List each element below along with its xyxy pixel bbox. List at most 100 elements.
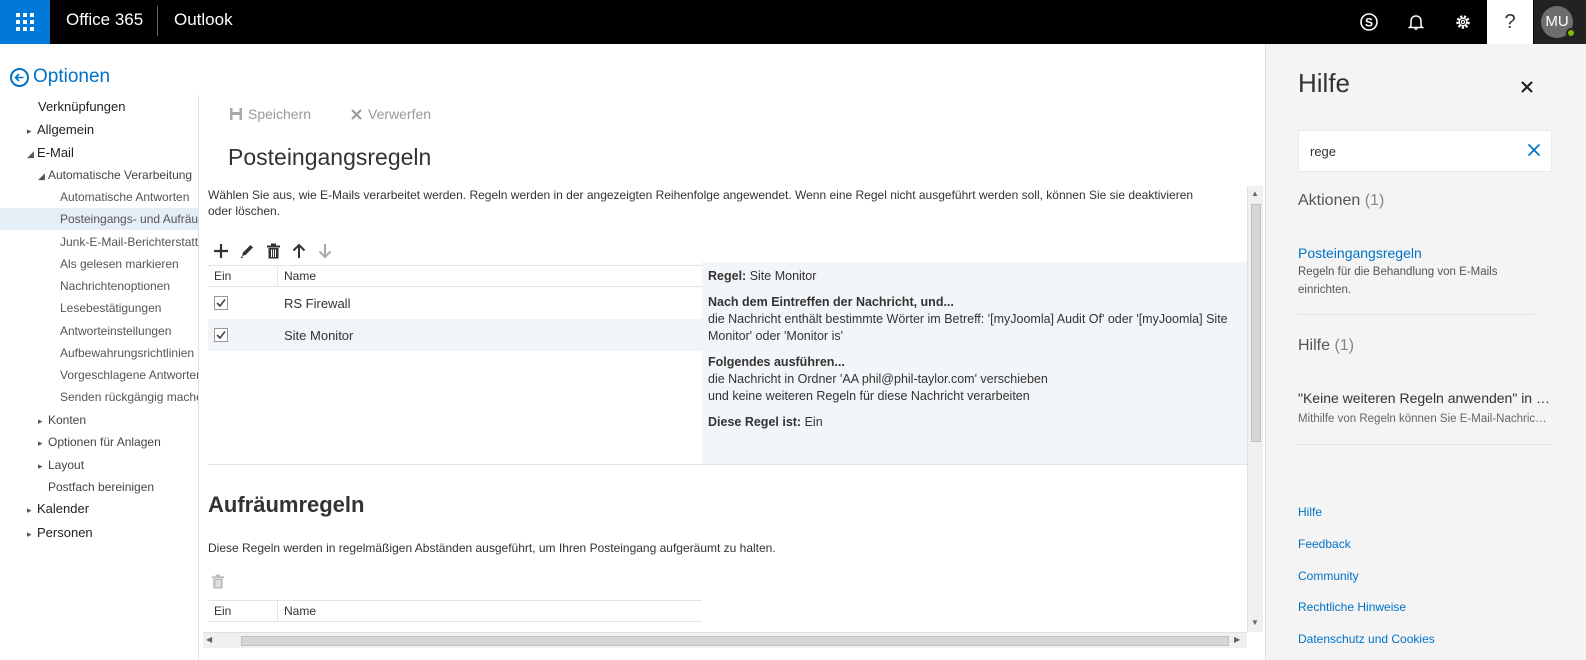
- skype-icon: S: [1360, 13, 1378, 31]
- column-header-on[interactable]: Ein: [208, 266, 278, 286]
- scroll-right-icon[interactable]: ▶: [1234, 635, 1240, 644]
- nav-item-retention-policies[interactable]: Aufbewahrungsrichtlinien: [0, 342, 199, 364]
- scroll-left-icon[interactable]: ◀: [206, 635, 212, 644]
- collapse-icon: ◢: [38, 171, 45, 181]
- nav-label: Antworteinstellungen: [60, 324, 172, 338]
- back-arrow-icon: [10, 67, 29, 87]
- scrollbar-thumb[interactable]: [241, 636, 1229, 646]
- app-launcher-button[interactable]: [0, 0, 50, 44]
- options-title: Optionen: [33, 66, 111, 87]
- close-icon: [351, 108, 362, 120]
- condition-text: die Nachricht enthält bestimmte Wörter i…: [708, 312, 1228, 343]
- nav-item-automatic-processing[interactable]: ◢ Automatische Verarbeitung: [0, 164, 199, 186]
- page-title: Posteingangsregeln: [228, 144, 432, 170]
- status-label: Diese Regel ist:: [708, 415, 802, 429]
- nav-item-attachment-options[interactable]: ▸ Optionen für Anlagen: [0, 431, 199, 453]
- discard-button[interactable]: Verwerfen: [350, 106, 431, 122]
- nav-item-automatic-replies[interactable]: Automatische Antworten: [0, 186, 199, 208]
- close-icon: [1521, 81, 1533, 93]
- footer-link-legal[interactable]: Rechtliche Hinweise: [1298, 600, 1406, 614]
- status-value: Ein: [804, 415, 823, 429]
- rule-name: RS Firewall: [284, 295, 351, 311]
- column-header-on[interactable]: Ein: [208, 601, 278, 621]
- nav-item-shortcuts[interactable]: Verknüpfungen: [0, 96, 199, 118]
- footer-link-feedback[interactable]: Feedback: [1298, 537, 1351, 551]
- plus-icon: [214, 244, 228, 258]
- footer-link-privacy[interactable]: Datenschutz und Cookies: [1298, 632, 1435, 646]
- nav-item-accounts[interactable]: ▸ Konten: [0, 409, 199, 431]
- nav-label: Postfach bereinigen: [48, 480, 155, 494]
- vertical-scrollbar[interactable]: ▲ ▼: [1247, 186, 1263, 632]
- notifications-button[interactable]: [1393, 0, 1439, 44]
- close-help-button[interactable]: [1520, 80, 1536, 96]
- horizontal-scrollbar[interactable]: ◀ ▶: [203, 632, 1247, 648]
- nav-item-mailbox-cleanup[interactable]: Postfach bereinigen: [0, 476, 199, 498]
- brand-divider: [157, 6, 158, 36]
- nav-item-message-options[interactable]: Nachrichtenoptionen: [0, 275, 199, 297]
- nav-item-people[interactable]: ▸ Personen: [0, 522, 199, 544]
- help-search-input[interactable]: [1299, 131, 1509, 171]
- nav-item-inbox-rules[interactable]: Posteingangs- und Aufräumregeln: [0, 208, 199, 230]
- help-icon: ?: [1504, 10, 1516, 33]
- help-divider: [1298, 314, 1534, 315]
- cleanup-rules-table: Ein Name: [208, 600, 702, 622]
- nav-item-read-receipts[interactable]: Lesebestätigungen: [0, 297, 199, 319]
- nav-label: Aufbewahrungsrichtlinien: [60, 346, 195, 360]
- nav-item-suggested-replies[interactable]: Vorgeschlagene Antworten: [0, 364, 199, 386]
- nav-item-mail[interactable]: ◢ E-Mail: [0, 142, 199, 164]
- nav-item-general[interactable]: ▸ Allgemein: [0, 119, 199, 141]
- move-up-button[interactable]: [286, 240, 312, 262]
- nav-item-layout[interactable]: ▸ Layout: [0, 454, 199, 476]
- expand-icon: ▸: [27, 126, 32, 136]
- edit-rule-button[interactable]: [234, 240, 260, 262]
- delete-cleanup-rule-button[interactable]: [211, 574, 225, 592]
- scroll-down-icon[interactable]: ▼: [1251, 618, 1259, 627]
- bell-icon: [1407, 15, 1425, 30]
- move-down-button[interactable]: [312, 240, 338, 262]
- action-line: die Nachricht in Ordner 'AA phil@phil-ta…: [708, 372, 1048, 386]
- nav-item-calendar[interactable]: ▸ Kalender: [0, 498, 199, 520]
- rule-enabled-checkbox[interactable]: [214, 328, 228, 342]
- nav-label: Vorgeschlagene Antworten: [60, 368, 199, 382]
- help-result-title[interactable]: "Keine weiteren Regeln anwenden" in Outl…: [1298, 390, 1550, 406]
- clear-search-button[interactable]: [1527, 143, 1543, 159]
- brand-name[interactable]: Office 365: [66, 0, 143, 44]
- skype-button[interactable]: S: [1346, 0, 1392, 44]
- delete-rule-button[interactable]: [260, 240, 286, 262]
- expand-icon: ▸: [27, 505, 32, 515]
- table-header: Ein Name: [208, 265, 702, 287]
- save-button[interactable]: Speichern: [229, 106, 311, 122]
- inbox-rules-action-link[interactable]: Posteingangsregeln: [1298, 245, 1422, 261]
- scrollbar-thumb[interactable]: [1251, 204, 1261, 442]
- nav-label: Personen: [37, 525, 93, 540]
- back-to-options-button[interactable]: Optionen: [10, 66, 110, 88]
- action-description: Regeln für die Behandlung von E-Mails ei…: [1298, 266, 1498, 296]
- table-row[interactable]: Site Monitor: [208, 319, 702, 351]
- add-rule-button[interactable]: [208, 240, 234, 262]
- table-header: Ein Name: [208, 600, 702, 622]
- app-name[interactable]: Outlook: [174, 0, 233, 44]
- condition-heading: Nach dem Eintreffen der Nachricht, und..…: [708, 295, 954, 309]
- help-button[interactable]: ?: [1487, 0, 1533, 44]
- column-header-name[interactable]: Name: [278, 601, 316, 621]
- nav-item-junk-reporting[interactable]: Junk-E-Mail-Berichterstattung: [0, 231, 199, 253]
- column-header-name[interactable]: Name: [278, 266, 316, 286]
- rule-enabled-checkbox[interactable]: [214, 296, 228, 310]
- expand-icon: ▸: [38, 416, 43, 426]
- action-heading: Folgendes ausführen...: [708, 355, 845, 369]
- nav-label: E-Mail: [37, 145, 74, 160]
- account-button[interactable]: MU: [1534, 0, 1586, 44]
- nav-item-undo-send[interactable]: Senden rückgängig machen: [0, 386, 199, 408]
- nav-item-reply-settings[interactable]: Antworteinstellungen: [0, 320, 199, 342]
- nav-item-mark-as-read[interactable]: Als gelesen markieren: [0, 253, 199, 275]
- main-content: Speichern Verwerfen Posteingangsregeln W…: [199, 44, 1265, 660]
- nav-label: Optionen für Anlagen: [48, 435, 161, 449]
- footer-link-community[interactable]: Community: [1298, 569, 1359, 583]
- scroll-up-icon[interactable]: ▲: [1251, 189, 1259, 198]
- presence-indicator: [1566, 28, 1576, 38]
- nav-label: Automatische Antworten: [60, 190, 190, 204]
- settings-button[interactable]: [1440, 0, 1486, 44]
- footer-link-help[interactable]: Hilfe: [1298, 505, 1322, 519]
- nav-label: Layout: [48, 458, 85, 472]
- table-row[interactable]: RS Firewall: [208, 287, 702, 319]
